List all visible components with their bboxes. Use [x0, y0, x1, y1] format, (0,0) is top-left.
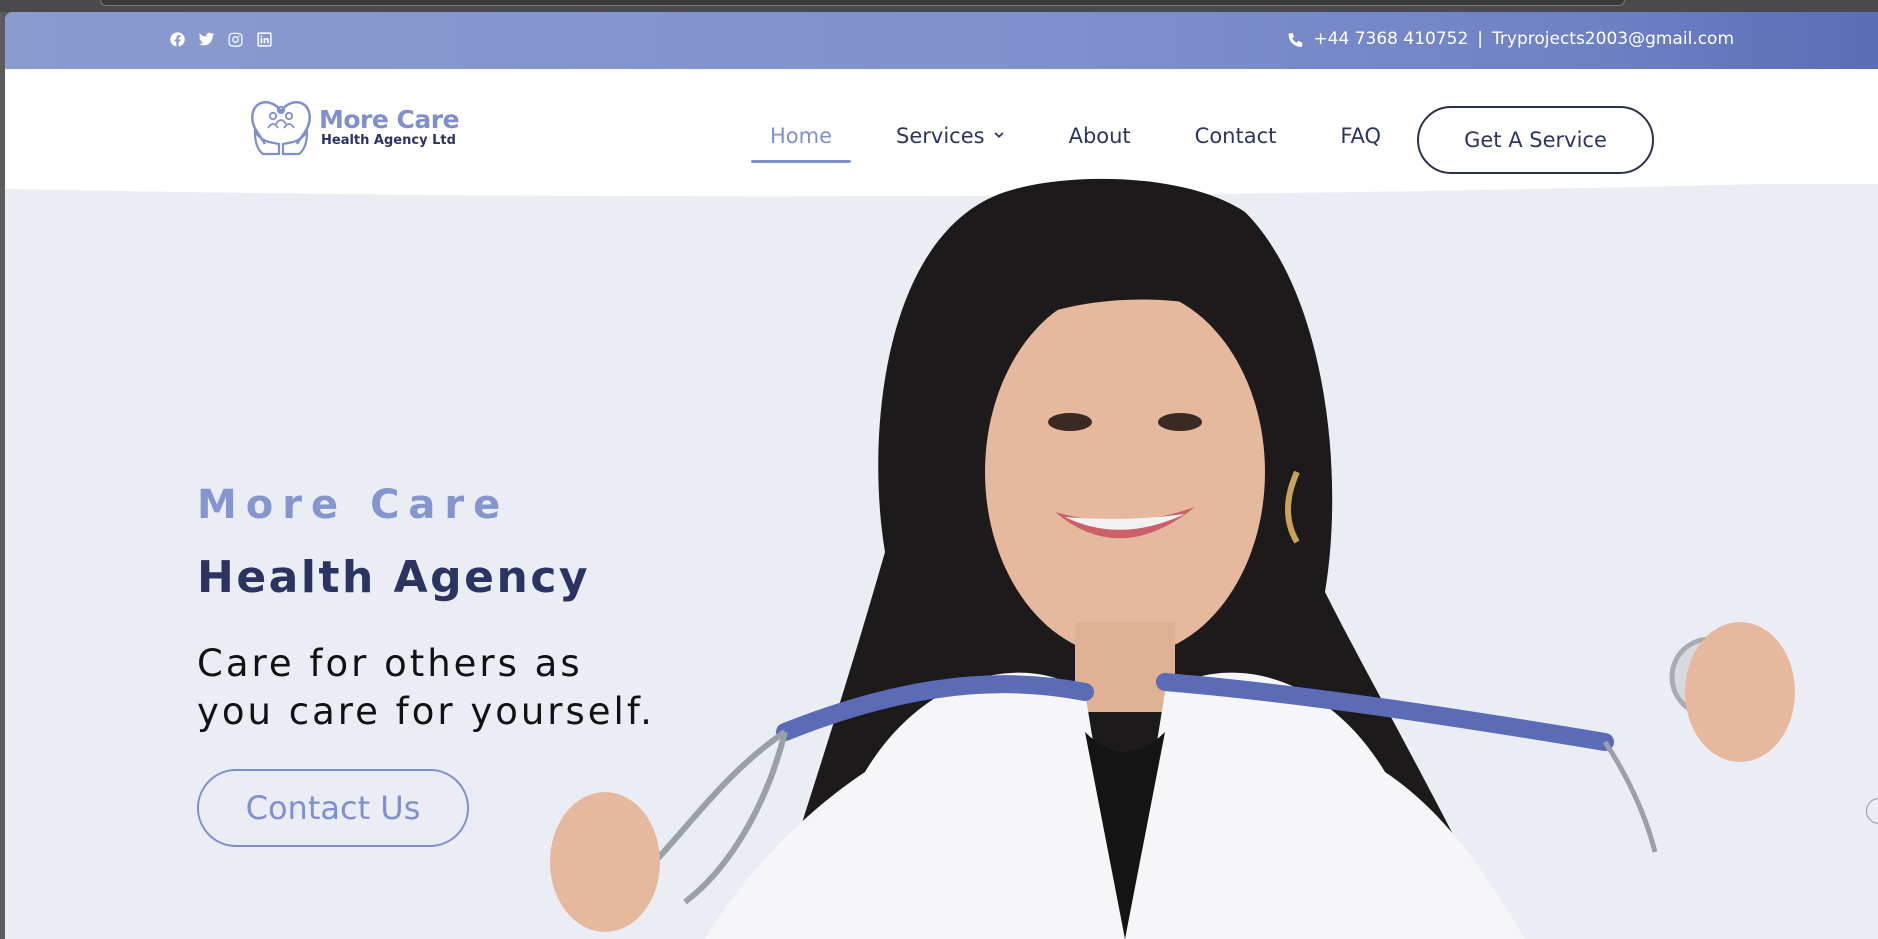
hero-tagline: Care for others as you care for yourself… — [197, 642, 655, 733]
social-links — [168, 30, 274, 49]
phone-icon — [1288, 32, 1303, 47]
hero-title: Health Agency — [197, 552, 591, 603]
nav-home-label: Home — [770, 124, 833, 148]
nav-contact-label: Contact — [1194, 124, 1277, 148]
logo[interactable]: More Care Health Agency Ltd — [245, 92, 460, 164]
nav-faq-label: FAQ — [1340, 124, 1382, 148]
linkedin-icon[interactable] — [255, 30, 274, 49]
nav-contact[interactable]: Contact — [1176, 112, 1296, 160]
top-bar: +44 7368 410752 | Tryprojects2003@gmail.… — [5, 12, 1878, 69]
main-nav: Home Services About Contact FAQ — [751, 112, 1400, 163]
page: +44 7368 410752 | Tryprojects2003@gmail.… — [5, 12, 1878, 939]
nav-about[interactable]: About — [1050, 112, 1150, 160]
get-a-service-button[interactable]: Get A Service — [1417, 106, 1654, 174]
contact-info: +44 7368 410752 | Tryprojects2003@gmail.… — [1287, 29, 1734, 49]
chevron-down-icon — [994, 132, 1004, 138]
twitter-icon[interactable] — [197, 30, 216, 49]
nav-home[interactable]: Home — [751, 112, 852, 163]
browser-frame — [0, 0, 1878, 12]
phone-link[interactable]: +44 7368 410752 — [1313, 29, 1468, 49]
email-link[interactable]: Tryprojects2003@gmail.com — [1492, 29, 1734, 49]
hero-eyebrow: More Care — [197, 482, 510, 528]
nav-services-label: Services — [896, 124, 985, 148]
contact-us-button[interactable]: Contact Us — [197, 769, 469, 847]
logo-subtitle: Health Agency Ltd — [321, 133, 456, 148]
nav-services[interactable]: Services — [877, 112, 1024, 160]
logo-title: More Care — [319, 105, 460, 134]
nav-about-label: About — [1068, 124, 1131, 148]
instagram-icon[interactable] — [226, 30, 245, 49]
nav-faq[interactable]: FAQ — [1321, 112, 1400, 160]
separator: | — [1477, 29, 1484, 49]
logo-heart-hands-icon — [250, 101, 312, 156]
hero-doctor-image — [550, 178, 1795, 939]
facebook-icon[interactable] — [168, 30, 187, 49]
